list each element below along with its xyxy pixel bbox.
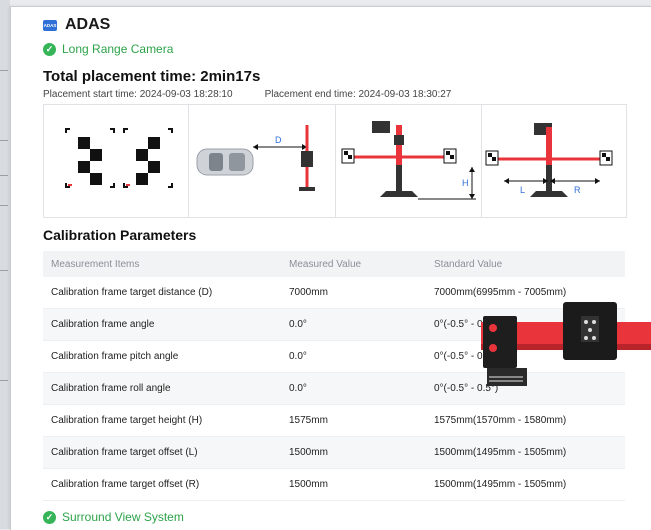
- measurement-item: Calibration frame target height (H): [43, 404, 281, 437]
- measurement-item: Calibration frame target offset (R): [43, 468, 281, 501]
- status-label: Long Range Camera: [62, 42, 174, 56]
- measurement-item: Calibration frame target distance (D): [43, 277, 281, 309]
- standard-value: 1575mm(1570mm - 1580mm): [426, 404, 625, 437]
- status-label: Surround View System: [62, 510, 184, 524]
- measured-value: 1500mm: [281, 468, 426, 501]
- table-header-row: Measurement Items Measured Value Standar…: [43, 251, 625, 277]
- measured-value: 7000mm: [281, 277, 426, 309]
- report-panel: ADAS ADAS ✓ Long Range Camera Total plac…: [10, 6, 651, 530]
- report-title: ADAS: [65, 16, 111, 33]
- surround-view-system-status: ✓ Surround View System: [43, 510, 184, 524]
- height-h-label: H: [462, 178, 469, 188]
- measured-value: 0.0°: [281, 340, 426, 373]
- target-board-right: [122, 127, 174, 189]
- total-placement-time: Total placement time: 2min17s: [43, 68, 261, 85]
- measurement-item: Calibration frame angle: [43, 308, 281, 341]
- placement-end-time: Placement end time: 2024-09-03 18:30:27: [264, 89, 452, 100]
- offset-r-label: R: [574, 185, 581, 195]
- standard-value: 1500mm(1495mm - 1505mm): [426, 436, 625, 469]
- calibration-parameters-title: Calibration Parameters: [43, 227, 197, 243]
- column-header-measurement-items: Measurement Items: [43, 251, 281, 277]
- measured-value: 1575mm: [281, 404, 426, 437]
- measurement-item: Calibration frame roll angle: [43, 372, 281, 405]
- target-board-left: [64, 127, 116, 189]
- table-row: Calibration frame target offset (R) 1500…: [43, 468, 625, 501]
- long-range-camera-status: ✓ Long Range Camera: [43, 42, 173, 56]
- check-circle-icon: ✓: [43, 42, 56, 56]
- calibration-frame-front: [341, 121, 456, 197]
- table-row: Calibration frame target offset (L) 1500…: [43, 436, 625, 469]
- height-diagram: H: [336, 105, 482, 217]
- standard-value: 1500mm(1495mm - 1505mm): [426, 468, 625, 501]
- measurement-item: Calibration frame pitch angle: [43, 340, 281, 373]
- column-header-measured-value: Measured Value: [281, 251, 426, 277]
- measured-value: 0.0°: [281, 372, 426, 405]
- measurement-item: Calibration frame target offset (L): [43, 436, 281, 469]
- offset-l-label: L: [520, 185, 525, 195]
- calibration-frame-overlay-image: [481, 302, 651, 386]
- measured-value: 0.0°: [281, 308, 426, 341]
- measured-value: 1500mm: [281, 436, 426, 469]
- placement-start-time: Placement start time: 2024-09-03 18:28:1…: [43, 89, 233, 100]
- vehicle-top-view: [196, 148, 254, 176]
- check-circle-icon: ✓: [43, 510, 56, 524]
- calibration-frame-offset: [485, 123, 613, 197]
- placement-times: Placement start time: 2024-09-03 18:28:1…: [43, 89, 451, 100]
- adas-logo-icon: ADAS: [43, 19, 57, 31]
- table-row: Calibration frame target height (H) 1575…: [43, 404, 625, 437]
- calibration-frame-side: [299, 125, 316, 191]
- offset-diagram: L R: [482, 105, 626, 217]
- distance-diagram: D: [189, 105, 336, 217]
- report-header: ADAS ADAS: [43, 16, 110, 34]
- background-window-edge: [0, 0, 10, 529]
- column-header-standard-value: Standard Value: [426, 251, 625, 277]
- target-boards-diagram: [44, 105, 190, 217]
- distance-d-label: D: [275, 135, 282, 145]
- placement-diagrams: D H L R: [43, 104, 627, 218]
